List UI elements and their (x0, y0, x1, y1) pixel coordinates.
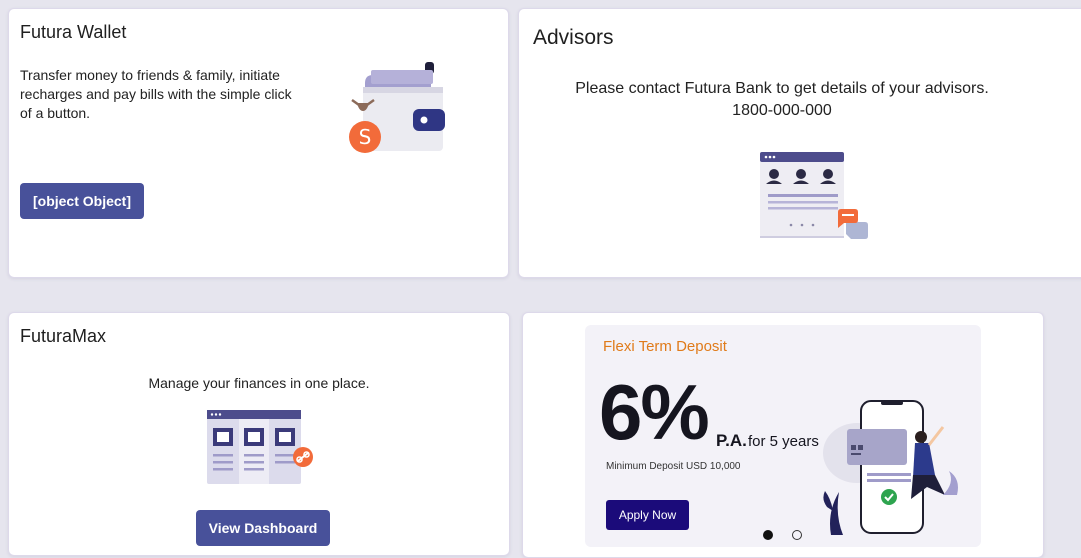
term-deposit-promo-card: Flexi Term Deposit 6% P.A. for 5 years M… (522, 312, 1044, 558)
promo-banner[interactable]: Flexi Term Deposit 6% P.A. for 5 years M… (585, 325, 981, 547)
futura-wallet-description: Transfer money to friends & family, init… (20, 67, 292, 121)
advisors-message: Please contact Futura Bank to get detail… (575, 80, 989, 97)
promo-period: for 5 years (748, 433, 819, 450)
promo-rate: 6% (599, 368, 710, 456)
futuramax-card: FuturaMax Manage your finances in one pl… (8, 312, 510, 556)
carousel-dot-active[interactable] (763, 530, 773, 540)
apply-now-button[interactable]: Apply Now (606, 500, 689, 530)
advisors-title: Advisors (533, 26, 614, 49)
promo-minimum-deposit: Minimum Deposit USD 10,000 (606, 461, 741, 472)
advisors-icon (760, 152, 868, 239)
promo-rate-unit: P.A. (716, 431, 747, 450)
view-dashboard-button[interactable]: View Dashboard (196, 510, 330, 546)
phone-payment-icon (823, 400, 958, 535)
wallet-action-button[interactable]: [object Object] (20, 183, 144, 219)
advisors-card: Advisors Please contact Futura Bank to g… (518, 8, 1081, 278)
futuramax-title: FuturaMax (20, 326, 107, 346)
futura-wallet-title: Futura Wallet (20, 22, 127, 42)
promo-heading: Flexi Term Deposit (603, 338, 727, 355)
dashboard-link-icon (207, 410, 313, 484)
carousel-dot-inactive[interactable] (792, 530, 802, 540)
svg-text:S: S (359, 125, 372, 149)
futuramax-description: Manage your finances in one place. (148, 375, 370, 391)
advisors-phone: 1800-000-000 (732, 102, 832, 119)
wallet-icon: S (349, 62, 445, 153)
futura-wallet-card: Futura Wallet Transfer money to friends … (8, 8, 509, 278)
